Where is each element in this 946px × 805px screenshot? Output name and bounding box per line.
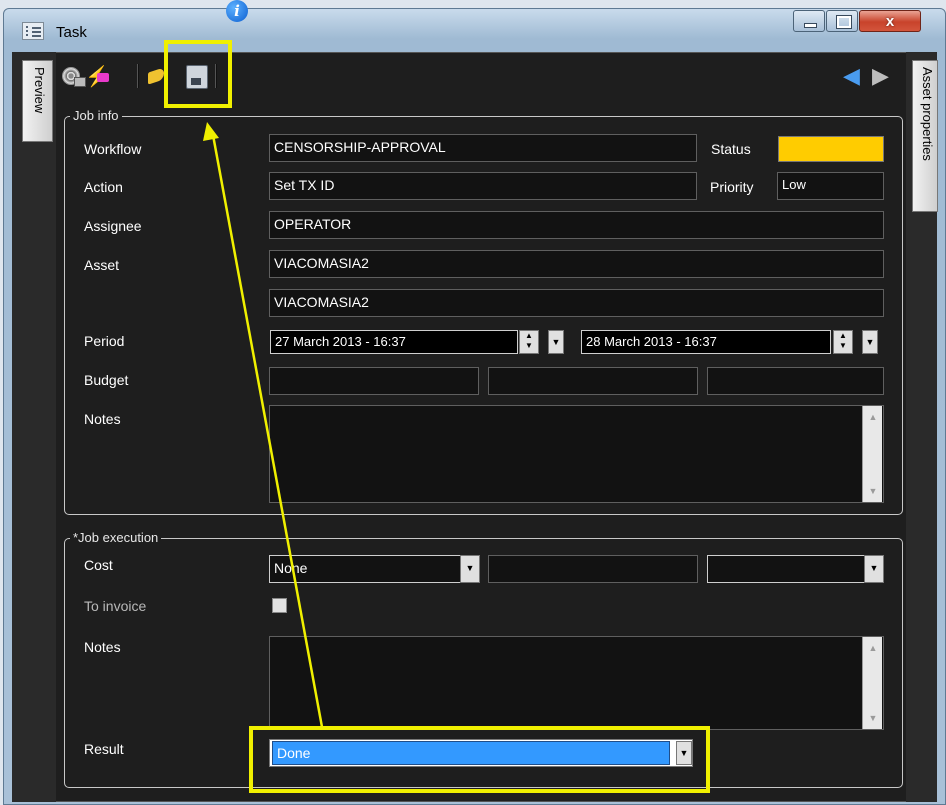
- cost-amount-field[interactable]: [488, 555, 698, 583]
- back-arrow-icon[interactable]: ◀: [843, 65, 869, 87]
- assignee-label: Assignee: [84, 218, 142, 234]
- assignee-field[interactable]: OPERATOR: [269, 211, 884, 239]
- execution-notes-scrollbar[interactable]: ▲ ▼: [862, 637, 882, 729]
- job-execution-legend: *Job execution: [70, 530, 162, 545]
- budget-field-1[interactable]: [269, 367, 479, 395]
- job-notes-scrollbar[interactable]: ▲ ▼: [862, 406, 882, 502]
- period-end-dropdown[interactable]: ▼: [862, 330, 878, 354]
- workflow-label: Workflow: [84, 141, 142, 157]
- workflow-field[interactable]: CENSORSHIP-APPROVAL: [269, 134, 697, 162]
- action-field[interactable]: Set TX ID: [269, 172, 697, 200]
- cost-select-value: None: [274, 560, 308, 576]
- cost-select[interactable]: None ▼: [269, 555, 480, 583]
- close-button[interactable]: x: [859, 10, 921, 32]
- left-panel-strip: [12, 52, 56, 802]
- budget-label: Budget: [84, 372, 129, 388]
- maximize-button[interactable]: [826, 10, 858, 32]
- window-title: Task: [56, 24, 87, 41]
- currency-dropdown-icon[interactable]: ▼: [864, 555, 884, 583]
- close-icon: x: [885, 13, 895, 30]
- priority-field[interactable]: Low: [777, 172, 884, 200]
- budget-field-2[interactable]: [488, 367, 698, 395]
- scroll-up-icon[interactable]: ▲: [863, 412, 883, 422]
- minimize-button[interactable]: [793, 10, 825, 32]
- cost-currency-select[interactable]: ▼: [707, 555, 884, 583]
- info-icon[interactable]: i: [226, 0, 248, 22]
- film-reel-icon[interactable]: [60, 64, 86, 88]
- cost-label: Cost: [84, 557, 113, 573]
- period-start-dropdown[interactable]: ▼: [548, 330, 564, 354]
- scroll-up-icon[interactable]: ▲: [863, 643, 883, 653]
- period-end-spinner[interactable]: ▲ ▼: [833, 330, 853, 354]
- minimize-icon: [804, 23, 817, 28]
- asset-field[interactable]: VIACOMASIA2: [269, 250, 884, 278]
- to-invoice-label: To invoice: [84, 598, 147, 614]
- job-notes-textarea[interactable]: [269, 405, 884, 503]
- status-indicator: [778, 136, 884, 162]
- status-label: Status: [711, 141, 751, 157]
- asset-properties-tab[interactable]: Asset properties: [912, 60, 938, 212]
- desktop-background: [0, 0, 946, 8]
- app-icon: [22, 22, 44, 40]
- scroll-down-icon[interactable]: ▼: [863, 486, 883, 496]
- forward-arrow-icon[interactable]: ▶: [872, 65, 898, 87]
- result-highlight-box: [249, 726, 710, 793]
- cost-dropdown-icon[interactable]: ▼: [460, 555, 480, 583]
- period-end-field[interactable]: 28 March 2013 - 16:37: [581, 330, 831, 354]
- asset-field-secondary[interactable]: VIACOMASIA2: [269, 289, 884, 317]
- preview-tab-label: Preview: [32, 67, 47, 114]
- maximize-icon: [836, 15, 852, 29]
- action-label: Action: [84, 179, 123, 195]
- budget-field-3[interactable]: [707, 367, 884, 395]
- toolbar-separator: [137, 64, 139, 88]
- period-start-spinner[interactable]: ▲ ▼: [519, 330, 539, 354]
- priority-label: Priority: [710, 179, 754, 195]
- period-start-field[interactable]: 27 March 2013 - 16:37: [270, 330, 518, 354]
- asset-properties-tab-label: Asset properties: [920, 67, 935, 161]
- period-label: Period: [84, 333, 125, 349]
- execution-notes-textarea[interactable]: [269, 636, 884, 730]
- preview-tab[interactable]: Preview: [22, 60, 53, 142]
- result-label: Result: [84, 741, 124, 757]
- save-highlight-box: [164, 40, 232, 108]
- execution-notes-label: Notes: [84, 639, 121, 655]
- scroll-down-icon[interactable]: ▼: [863, 713, 883, 723]
- workflow-lightning-icon[interactable]: [85, 64, 110, 89]
- to-invoice-checkbox[interactable]: [272, 598, 287, 613]
- job-info-legend: Job info: [70, 108, 122, 123]
- asset-label: Asset: [84, 257, 120, 273]
- notes-label: Notes: [84, 411, 121, 427]
